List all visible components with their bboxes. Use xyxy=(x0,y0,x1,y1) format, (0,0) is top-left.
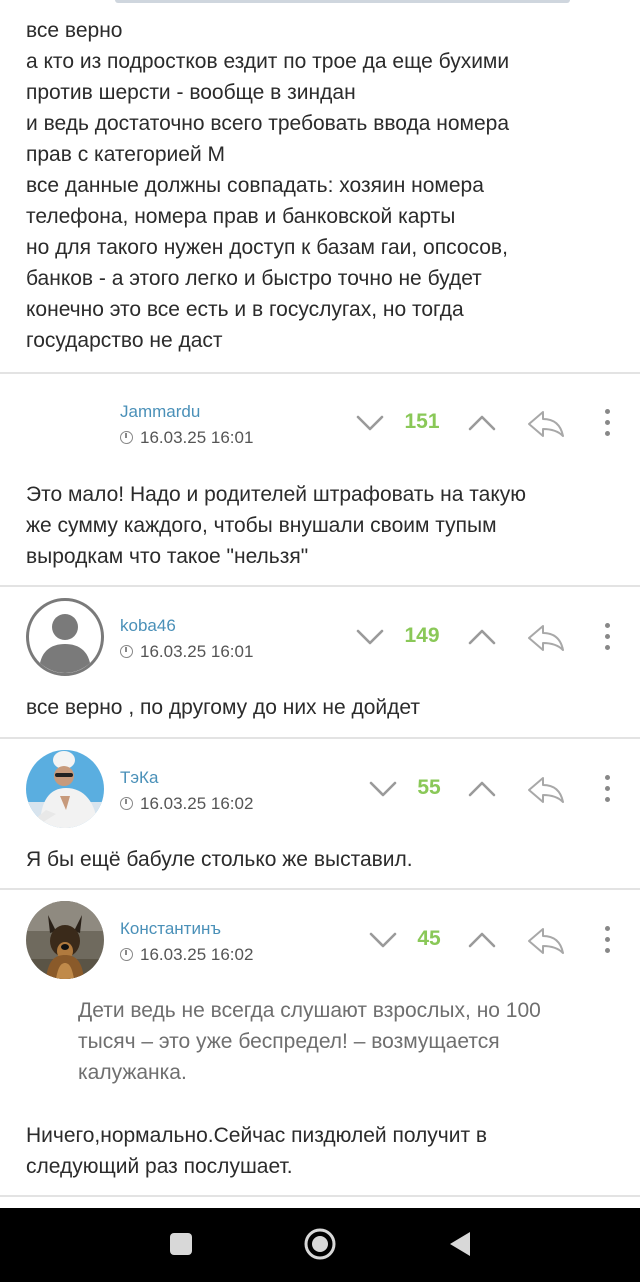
comment-text-line: следующий раз послушает. xyxy=(26,1155,293,1178)
post-line: все верно xyxy=(26,19,123,42)
default-user-avatar-icon xyxy=(39,614,91,673)
chevron-down-icon[interactable] xyxy=(355,412,385,434)
comment-text-line: все верно , по другому до них не дойдет xyxy=(26,696,421,719)
comment-username[interactable]: ТэКа xyxy=(120,768,158,788)
comment-time: 16.03.25 16:02 xyxy=(120,945,253,965)
chevron-up-icon[interactable] xyxy=(467,626,497,648)
post-line: государство не даст xyxy=(26,329,223,352)
comment-time-text: 16.03.25 16:01 xyxy=(140,428,254,447)
reply-arrow-icon[interactable] xyxy=(525,408,567,440)
comment-divider xyxy=(0,888,640,890)
comment-divider xyxy=(0,585,640,587)
comment-time: 16.03.25 16:02 xyxy=(120,794,253,814)
square-recents-icon[interactable] xyxy=(170,1233,192,1255)
comment-text-line: же сумму каждого, чтобы внушали своим ту… xyxy=(26,514,497,537)
chevron-down-icon[interactable] xyxy=(368,778,398,800)
quote-line: тысяч – это уже беспредел! – возмущается xyxy=(78,1030,500,1053)
post-line: против шерсти - вообще в зиндан xyxy=(26,81,356,104)
chevron-down-icon[interactable] xyxy=(368,929,398,951)
comment-text-line: Я бы ещё бабуле столько же выставил. xyxy=(26,848,413,871)
comment-username[interactable]: Jammardu xyxy=(120,402,200,422)
circle-home-icon[interactable] xyxy=(303,1227,337,1261)
chevron-up-icon[interactable] xyxy=(467,929,497,951)
comment-text-line: Ничего,нормально.Сейчас пиздюлей получит… xyxy=(26,1124,488,1147)
chevron-down-icon[interactable] xyxy=(355,626,385,648)
post-line: но для такого нужен доступ к базам гаи, … xyxy=(26,236,508,259)
system-navigation-bar xyxy=(0,1208,640,1282)
chevron-up-icon[interactable] xyxy=(467,778,497,800)
comment-time-text: 16.03.25 16:01 xyxy=(140,642,254,661)
post-line: а кто из подростков ездит по трое да еще… xyxy=(26,50,510,73)
comment-time: 16.03.25 16:01 xyxy=(120,428,253,448)
dog-photo-avatar-icon xyxy=(26,901,104,979)
comment-username[interactable]: koba46 xyxy=(120,616,176,636)
chevron-up-icon[interactable] xyxy=(467,412,497,434)
triangle-back-icon[interactable] xyxy=(448,1230,472,1258)
more-vertical-icon[interactable] xyxy=(605,775,610,805)
comment-divider xyxy=(0,372,640,374)
post-line: прав с категорией М xyxy=(26,143,226,166)
avatar[interactable] xyxy=(26,750,104,828)
person-photo-avatar-icon xyxy=(26,750,104,828)
clock-icon xyxy=(120,948,133,961)
clock-icon xyxy=(120,797,133,810)
comment-rating: 151 xyxy=(404,410,440,433)
quote-line: Дети ведь не всегда слушают взрослых, но… xyxy=(78,999,541,1022)
reply-arrow-icon[interactable] xyxy=(525,622,567,654)
reply-arrow-icon[interactable] xyxy=(525,925,567,957)
post-line: телефона, номера прав и банковской карты xyxy=(26,205,456,228)
top-scroll-indicator xyxy=(0,0,640,3)
quote-line: калужанка. xyxy=(78,1061,187,1084)
post-line: банков - а этого легко и быстро точно не… xyxy=(26,267,482,290)
post-line: и ведь достаточно всего требовать ввода … xyxy=(26,112,510,135)
reply-arrow-icon[interactable] xyxy=(525,774,567,806)
avatar[interactable] xyxy=(26,598,104,676)
comment-rating: 45 xyxy=(417,927,441,950)
comment-time-text: 16.03.25 16:02 xyxy=(140,945,254,964)
comment-text-line: Это мало! Надо и родителей штрафовать на… xyxy=(26,483,527,506)
more-vertical-icon[interactable] xyxy=(605,409,610,439)
more-vertical-icon[interactable] xyxy=(605,623,610,653)
post-line: конечно это все есть и в госуслугах, но … xyxy=(26,298,464,321)
clock-icon xyxy=(120,645,133,658)
comment-text-line: выродкам что такое "нельзя" xyxy=(26,545,309,568)
more-vertical-icon[interactable] xyxy=(605,926,610,956)
clock-icon xyxy=(120,431,133,444)
comment-rating: 55 xyxy=(417,776,441,799)
comment-time-text: 16.03.25 16:02 xyxy=(140,794,254,813)
comment-time: 16.03.25 16:01 xyxy=(120,642,253,662)
comment-divider xyxy=(0,1195,640,1197)
comment-rating: 149 xyxy=(404,624,440,647)
comment-username[interactable]: Константинъ xyxy=(120,919,221,939)
comment-divider xyxy=(0,737,640,739)
post-line: все данные должны совпадать: хозяин номе… xyxy=(26,174,484,197)
avatar[interactable] xyxy=(26,901,104,979)
